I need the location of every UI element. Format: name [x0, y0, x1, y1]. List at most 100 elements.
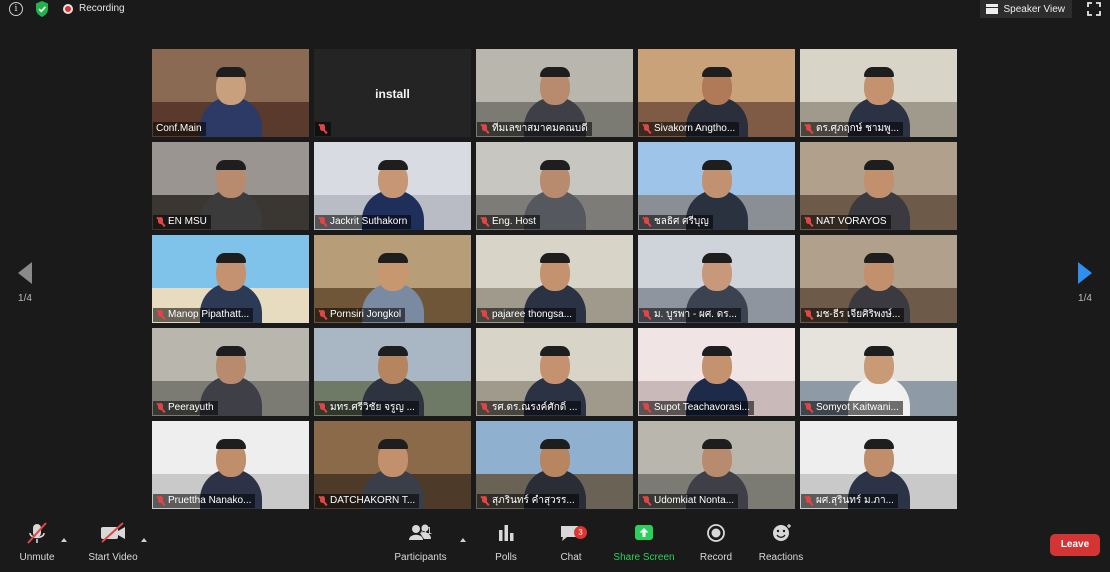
microphone-muted-icon — [318, 403, 327, 413]
participant-video-tile[interactable]: ผศ.สุรินทร์ ม.ภา... — [800, 421, 957, 509]
speaker-view-button[interactable]: Speaker View — [980, 0, 1072, 18]
participant-video-tile[interactable]: Jackrit Suthakorn — [314, 142, 471, 230]
participant-name-bar: Sivakorn Angtho... — [639, 122, 740, 136]
microphone-muted-icon — [642, 496, 651, 506]
chat-unread-badge: 3 — [574, 526, 587, 539]
participant-name-bar: Jackrit Suthakorn — [315, 215, 412, 229]
participant-name-bar — [315, 122, 331, 136]
participant-name-bar: Manop Pipathatt... — [153, 308, 254, 322]
participant-video-tile[interactable]: Supot Teachavorasi... — [638, 328, 795, 416]
speaker-view-icon — [986, 4, 999, 14]
recording-indicator-icon — [63, 4, 73, 14]
participant-video-tile[interactable]: ชลธิศ ศรีบุญ — [638, 142, 795, 230]
participant-video-tile[interactable]: DATCHAKORN T... — [314, 421, 471, 509]
participant-video-tile[interactable]: ดร.ศุภฤกษ์ ชามพู... — [800, 49, 957, 137]
participant-hair — [215, 67, 246, 77]
unmute-label: Unmute — [19, 552, 55, 563]
participant-hair — [701, 346, 732, 356]
fullscreen-icon[interactable] — [1087, 2, 1101, 16]
zoom-meeting-window: i Recording Speaker View 1/4 1/4 Conf.Ma… — [0, 0, 1110, 572]
participant-name: DATCHAKORN T... — [330, 495, 416, 506]
participant-video-tile[interactable]: ทีมเลขาสมาคมคณบดี — [476, 49, 633, 137]
reactions-label: Reactions — [758, 552, 804, 563]
participant-name-bar: DATCHAKORN T... — [315, 494, 420, 508]
participant-hair — [863, 67, 894, 77]
participant-video-tile[interactable]: pajaree thongsa... — [476, 235, 633, 323]
participant-video-tile[interactable]: Udomkiat Nonta... — [638, 421, 795, 509]
next-page-button[interactable]: 1/4 — [1070, 262, 1100, 304]
participant-video-tile[interactable]: Eng. Host — [476, 142, 633, 230]
polls-label: Polls — [495, 552, 517, 563]
video-camera-off-icon — [101, 522, 125, 543]
participant-name-bar: ผศ.สุรินทร์ ม.ภา... — [801, 494, 898, 508]
start-video-button[interactable]: Start Video — [86, 518, 140, 572]
chevron-left-icon — [18, 262, 32, 284]
page-indicator-left: 1/4 — [18, 293, 32, 304]
participant-name-bar: รศ.ดร.ณรงค์ศักดิ์ ... — [477, 401, 582, 415]
audio-options-caret-icon[interactable] — [61, 538, 67, 542]
participant-video-tile[interactable]: NAT VORAYOS — [800, 142, 957, 230]
microphone-muted-icon — [480, 403, 489, 413]
unmute-button[interactable]: Unmute — [16, 518, 58, 572]
record-button[interactable]: Record — [697, 518, 735, 572]
participant-hair — [377, 439, 408, 449]
participant-name: ดร.ศุภฤกษ์ ชามพู... — [816, 123, 899, 134]
participant-placeholder-label: install — [375, 87, 410, 101]
share-screen-arrow-icon — [635, 525, 653, 540]
participant-video-tile[interactable]: Pruettha Nanako... — [152, 421, 309, 509]
participant-name: ชลธิศ ศรีบุญ — [654, 216, 709, 227]
participant-name: Pornsiri Jongkol — [330, 309, 402, 320]
microphone-muted-icon — [642, 217, 651, 227]
participant-hair — [539, 160, 570, 170]
participant-video-tile[interactable]: สุภรินทร์ คำสุวรร... — [476, 421, 633, 509]
reactions-button[interactable]: Reactions — [757, 518, 805, 572]
microphone-muted-icon — [804, 124, 813, 134]
polls-bar-chart-icon — [499, 525, 514, 541]
participant-video-tile[interactable]: Conf.Main — [152, 49, 309, 137]
share-screen-label: Share Screen — [613, 552, 675, 563]
participant-video-tile[interactable]: มช-ธีร เจียศิริพงษ์... — [800, 235, 957, 323]
participant-name-bar: มทร.ศรีวิชัย จรูญ ... — [315, 401, 419, 415]
info-icon[interactable]: i — [9, 2, 23, 16]
participant-video-tile[interactable]: มทร.ศรีวิชัย จรูญ ... — [314, 328, 471, 416]
microphone-muted-icon — [480, 124, 489, 134]
leave-meeting-button[interactable]: Leave — [1050, 534, 1100, 556]
chat-button[interactable]: 3 Chat — [553, 518, 589, 572]
previous-page-button[interactable]: 1/4 — [10, 262, 40, 304]
share-screen-button[interactable]: Share Screen — [612, 518, 676, 572]
participant-video-tile[interactable]: install — [314, 49, 471, 137]
security-shield-icon[interactable] — [35, 1, 49, 17]
start-video-label: Start Video — [88, 552, 138, 563]
participant-video-tile[interactable]: Sivakorn Angtho... — [638, 49, 795, 137]
participant-video-tile[interactable]: EN MSU — [152, 142, 309, 230]
polls-button[interactable]: Polls — [488, 518, 524, 572]
participant-video-tile[interactable]: Peerayuth — [152, 328, 309, 416]
microphone-muted-icon — [642, 310, 651, 320]
participant-video-tile[interactable]: ม. บูรพา - ผศ. ดร... — [638, 235, 795, 323]
participants-label: Participants — [394, 552, 447, 563]
participant-name: NAT VORAYOS — [816, 216, 887, 227]
participant-name-bar: Eng. Host — [477, 215, 540, 229]
participant-hair — [377, 346, 408, 356]
participant-name: pajaree thongsa... — [492, 309, 573, 320]
participant-video-tile[interactable]: Pornsiri Jongkol — [314, 235, 471, 323]
top-bar: i Recording Speaker View — [0, 0, 1110, 18]
participant-name: ม. บูรพา - ผศ. ดร... — [654, 309, 737, 320]
microphone-muted-icon — [156, 217, 165, 227]
participants-button[interactable]: 81 Participants — [393, 518, 448, 572]
participant-name-bar: Supot Teachavorasi... — [639, 401, 754, 415]
participant-name: Udomkiat Nonta... — [654, 495, 735, 506]
video-options-caret-icon[interactable] — [141, 538, 147, 542]
reactions-smiley-icon — [773, 524, 791, 541]
video-grid: Conf.Main install ทีมเลขาสมาคมคณบดี Sivakor… — [152, 49, 957, 511]
participant-video-tile[interactable]: Manop Pipathatt... — [152, 235, 309, 323]
participant-hair — [701, 439, 732, 449]
microphone-muted-icon — [318, 124, 327, 134]
participant-name: Manop Pipathatt... — [168, 309, 250, 320]
participant-hair — [863, 160, 894, 170]
participant-video-tile[interactable]: รศ.ดร.ณรงค์ศักดิ์ ... — [476, 328, 633, 416]
recording-label: Recording — [79, 3, 125, 14]
participant-hair — [701, 160, 732, 170]
participant-video-tile[interactable]: Somyot Kaitwani... — [800, 328, 957, 416]
participants-options-caret-icon[interactable] — [460, 538, 466, 542]
